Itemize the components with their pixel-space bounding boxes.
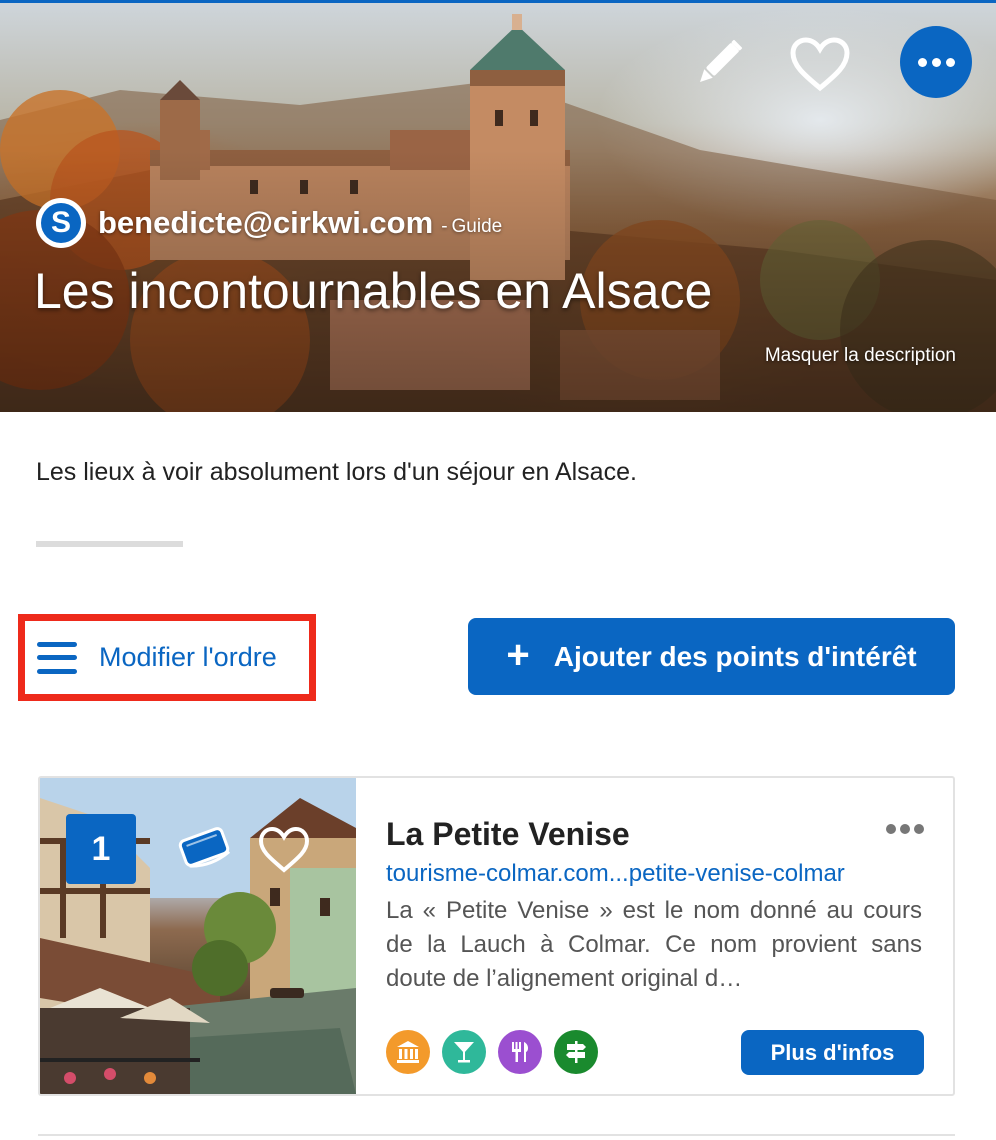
plus-icon: + — [506, 632, 530, 677]
more-icon — [917, 57, 955, 67]
poi-photo[interactable]: 1 — [40, 778, 356, 1094]
poi-categories — [386, 1030, 598, 1074]
author-role: - Guide — [441, 216, 502, 238]
more-info-button[interactable]: Plus d'infos — [741, 1030, 924, 1075]
guide-book-icon[interactable] — [176, 824, 232, 870]
favorite-button[interactable] — [788, 34, 852, 94]
reorder-button[interactable]: Modifier l'ordre — [18, 614, 316, 701]
guide-hero: S benedicte@cirkwi.com - Guide Les incont… — [0, 0, 996, 412]
author-role-label: Guide — [451, 216, 503, 237]
author-separator: - — [441, 216, 448, 237]
description-divider — [36, 541, 183, 547]
add-poi-label: Ajouter des points d'intérêt — [553, 640, 917, 672]
hide-description-link[interactable]: Masquer la description — [765, 345, 956, 367]
poi-details: La Petite Venise tourisme-colmar.com...p… — [386, 778, 924, 1094]
heart-icon — [790, 37, 850, 92]
reorder-label: Modifier l'ordre — [99, 642, 277, 672]
author-logo[interactable]: S — [36, 198, 86, 248]
next-poi-card-edge — [38, 1134, 955, 1140]
heart-icon[interactable] — [258, 826, 310, 874]
poi-description: La « Petite Venise » est le nom donné au… — [386, 897, 922, 992]
author-name[interactable]: benedicte@cirkwi.com — [98, 205, 433, 241]
signpost-icon — [554, 1030, 598, 1074]
menu-lines-icon — [37, 641, 77, 674]
add-points-of-interest-button[interactable]: + Ajouter des points d'intérêt — [468, 618, 955, 695]
museum-icon — [386, 1030, 430, 1074]
page-title: Les incontournables en Alsace — [34, 263, 713, 319]
poi-more-options-icon[interactable] — [886, 824, 924, 834]
cocktail-icon — [442, 1030, 486, 1074]
poi-title[interactable]: La Petite Venise — [386, 816, 630, 853]
pencil-icon — [700, 39, 743, 82]
top-accent-line — [0, 0, 996, 3]
edit-button[interactable] — [688, 36, 746, 94]
poi-card[interactable]: 1 La Petite Venise tourisme-colmar.com..… — [38, 776, 955, 1096]
more-options-button[interactable] — [900, 26, 972, 98]
guide-description: Les lieux à voir absolument lors d'un sé… — [36, 458, 637, 486]
author-info: S benedicte@cirkwi.com - Guide — [36, 198, 502, 248]
poi-website-link[interactable]: tourisme-colmar.com...petite-venise-colm… — [386, 860, 845, 888]
restaurant-icon — [498, 1030, 542, 1074]
rank-badge: 1 — [66, 814, 136, 884]
